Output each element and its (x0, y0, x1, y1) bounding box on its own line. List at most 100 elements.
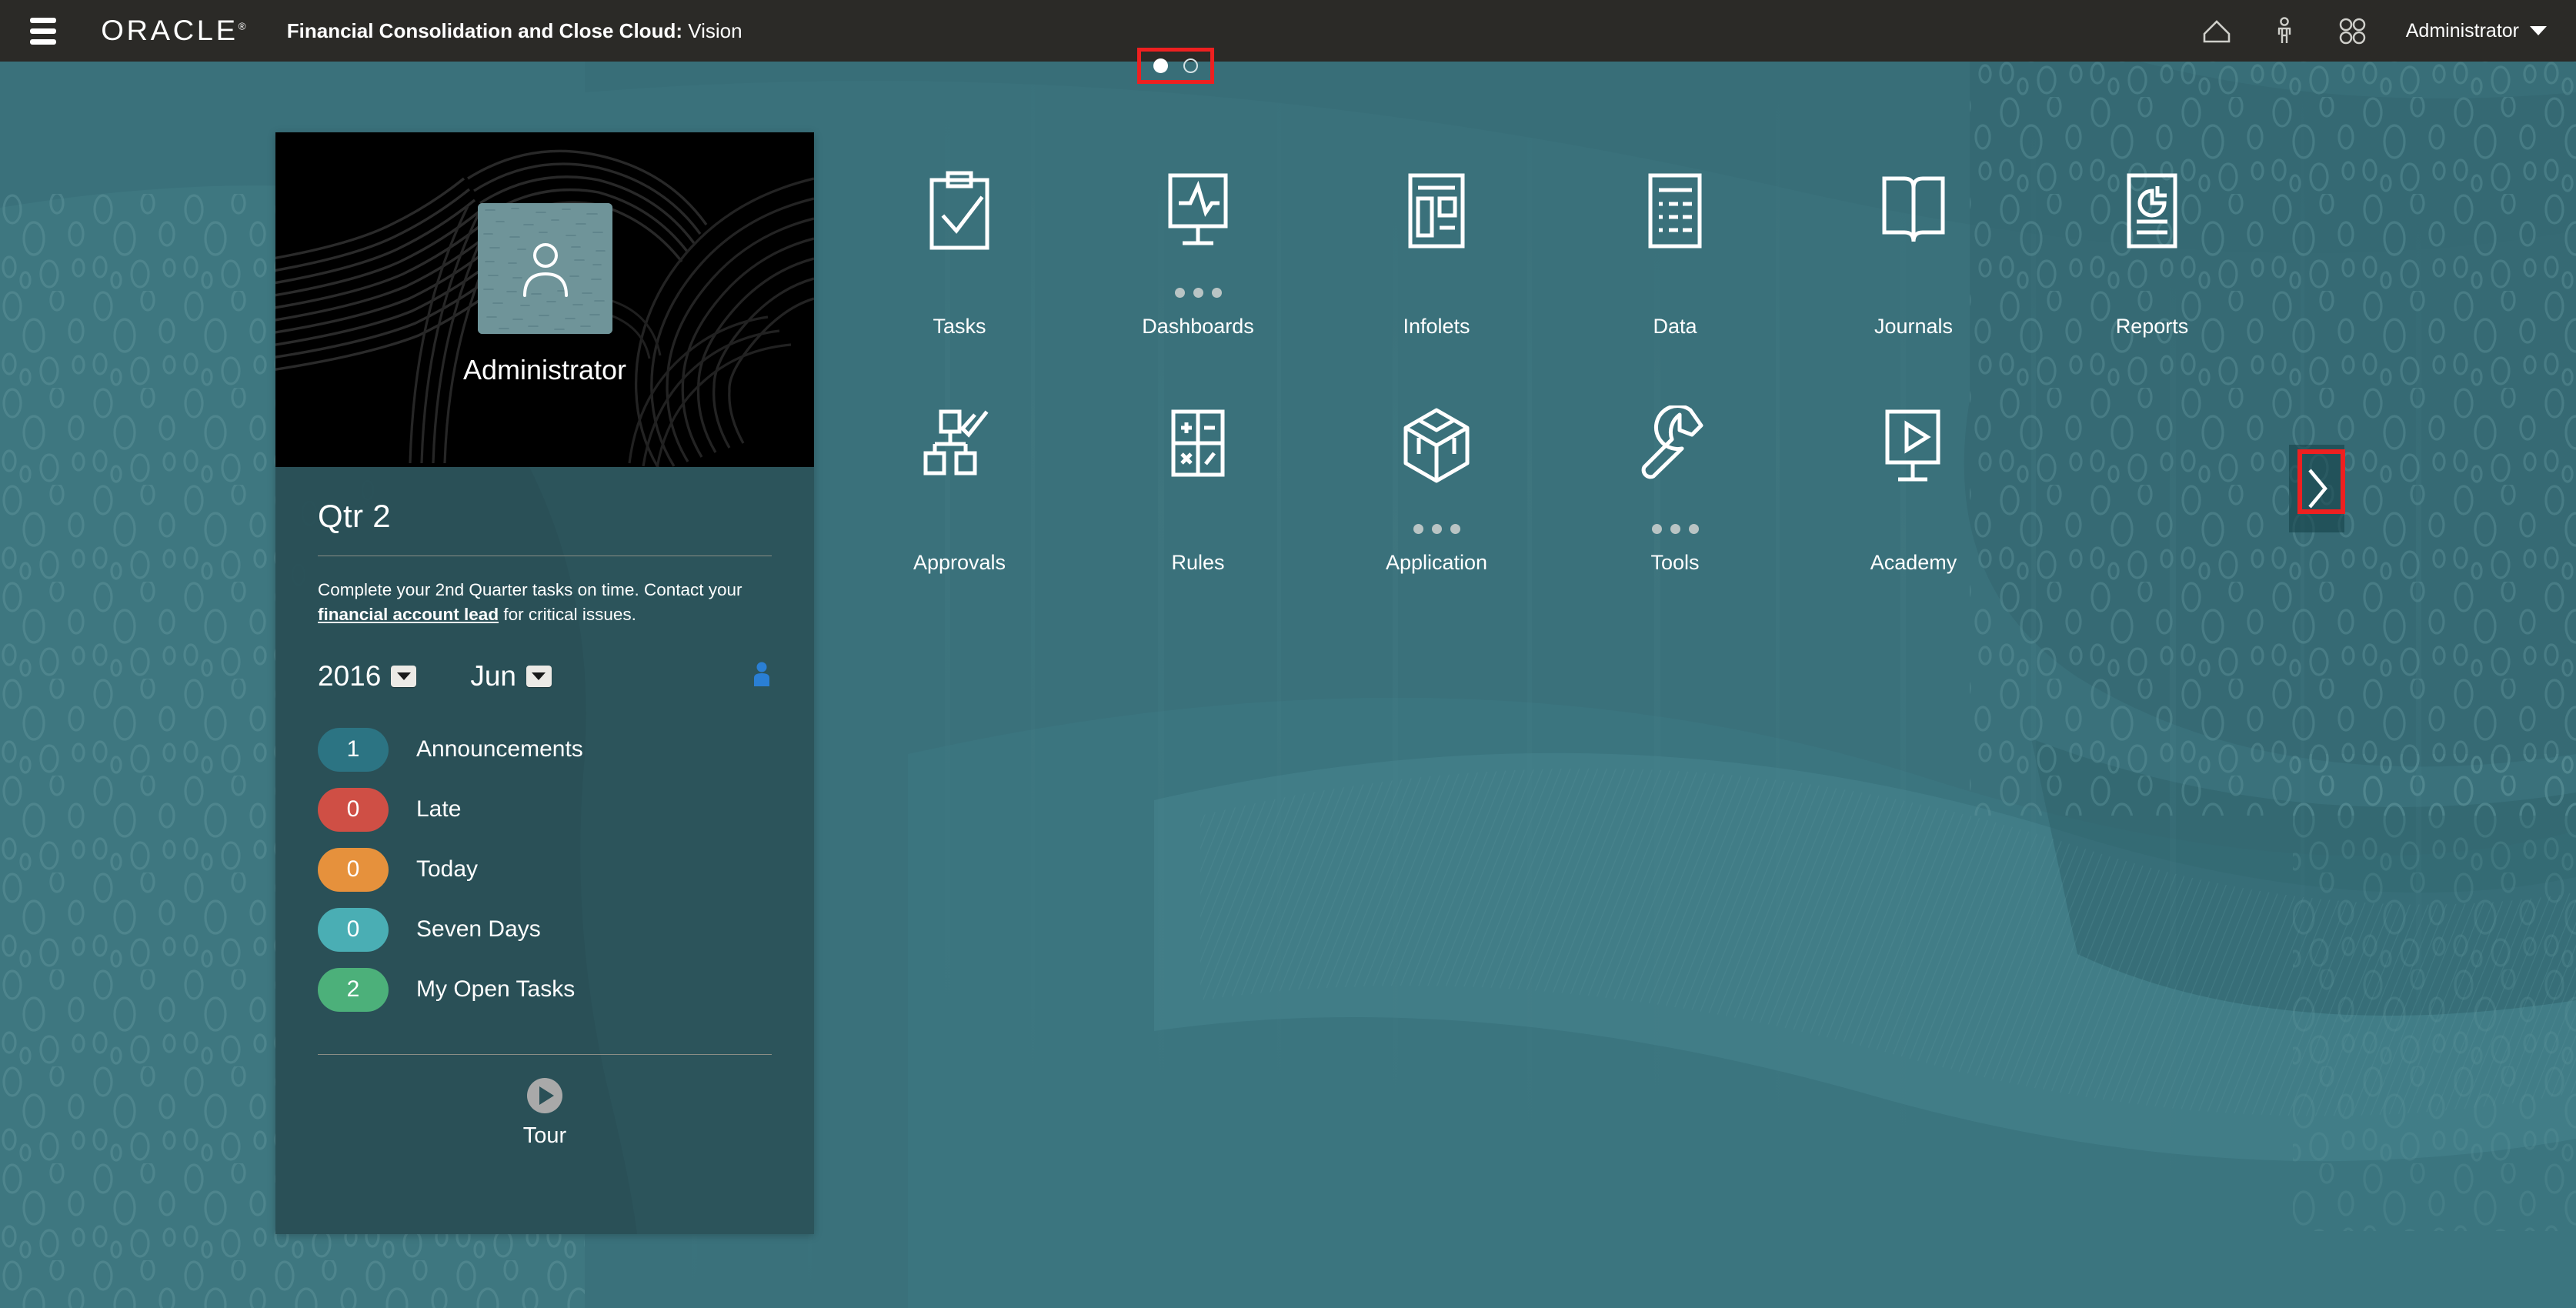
report-pie-icon-glyph (2127, 173, 2177, 249)
nav-label: Journals (1874, 315, 1954, 338)
quarter-title: Qtr 2 (318, 498, 391, 534)
person-blue-icon[interactable] (752, 661, 772, 691)
year-value: 2016 (318, 659, 382, 692)
hamburger-bar (30, 17, 56, 23)
user-photo-panel: Administrator (275, 132, 814, 467)
status-label: Late (416, 796, 462, 823)
data-list-icon-glyph (1648, 173, 1702, 249)
monitor-pulse-icon (1158, 169, 1238, 285)
user-card-body: Qtr 2 Complete your 2nd Quarter tasks on… (275, 467, 814, 1234)
clipboard-check-icon (923, 169, 996, 285)
card-description: Complete your 2nd Quarter tasks on time.… (318, 578, 772, 627)
clipboard-check-icon-glyph (929, 171, 989, 250)
cube-icon-glyph (1403, 408, 1470, 483)
rules-operators-icon-glyph (1171, 409, 1225, 477)
status-row-announcements[interactable]: 1 Announcements (318, 727, 772, 772)
home-icon[interactable] (2183, 0, 2251, 62)
nav-card-reports[interactable]: Reports (2033, 163, 2271, 399)
year-dropdown-icon[interactable] (391, 665, 417, 687)
hamburger-bar (30, 38, 56, 45)
rules-operators-icon (1161, 405, 1235, 521)
status-badge: 2 (318, 967, 389, 1012)
app-grid-icon[interactable] (2318, 0, 2386, 62)
status-label: Announcements (416, 736, 583, 762)
cube-icon (1396, 405, 1477, 521)
hamburger-icon[interactable] (18, 0, 68, 62)
nav-card-tasks[interactable]: Tasks (840, 163, 1079, 399)
home-icon-glyph (2203, 20, 2231, 43)
chevron-down-icon (2530, 26, 2547, 35)
nav-card-rules[interactable]: Rules (1079, 399, 1317, 636)
nav-dots (1651, 524, 1699, 535)
nav-label: Tasks (933, 315, 986, 338)
user-menu[interactable]: Administrator (2386, 0, 2554, 62)
report-pie-icon (2115, 169, 2189, 285)
year-select[interactable]: 2016 (318, 659, 417, 692)
page-dot-1[interactable] (1153, 58, 1168, 73)
status-row-today[interactable]: 0 Today (318, 847, 772, 892)
wrench-icon (1635, 405, 1715, 521)
nav-card-dashboards[interactable]: Dashboards (1079, 163, 1317, 399)
data-list-icon (1638, 169, 1712, 285)
approvals-hierarchy-icon (919, 405, 999, 521)
financial-account-lead-link[interactable]: financial account lead (318, 605, 499, 624)
play-circle-icon (527, 1077, 562, 1113)
wrench-icon-glyph (1641, 405, 1703, 479)
hamburger-bar (30, 28, 56, 34)
task-status-list: 1 Announcements 0 Late 0 Today 0 Seven D… (318, 727, 772, 1012)
avatar[interactable] (478, 203, 612, 334)
status-row-late[interactable]: 0 Late (318, 787, 772, 832)
nav-label: Dashboards (1142, 315, 1254, 338)
video-play-icon (1874, 405, 1954, 521)
accessibility-icon[interactable] (2251, 0, 2318, 62)
nav-card-approvals[interactable]: Approvals (840, 399, 1079, 636)
avatar-name: Administrator (462, 354, 627, 385)
header-actions: Administrator (2183, 0, 2576, 62)
app-title-main: Financial Consolidation and Close Cloud: (286, 18, 682, 42)
oracle-logo[interactable]: ORACLE® (101, 15, 245, 47)
nav-label: Rules (1171, 551, 1225, 574)
status-badge: 1 (318, 727, 389, 772)
nav-card-application[interactable]: Application (1317, 399, 1556, 636)
status-badge: 0 (318, 847, 389, 892)
month-select[interactable]: Jun (470, 660, 552, 692)
nav-label: Academy (1870, 551, 1957, 574)
page-dot-2[interactable] (1183, 58, 1198, 73)
month-value: Jun (470, 659, 516, 692)
nav-label: Data (1653, 315, 1697, 338)
next-page-button[interactable] (2289, 445, 2344, 532)
oracle-logo-mark: ® (238, 20, 246, 32)
nav-card-journals[interactable]: Journals (1794, 163, 2033, 399)
status-label: Today (416, 856, 479, 883)
nav-dots (1413, 524, 1460, 535)
page-title: Financial Consolidation and Close Cloud:… (287, 19, 742, 43)
monitor-pulse-icon-glyph (1168, 173, 1228, 245)
global-header: ORACLE® Financial Consolidation and Clos… (0, 0, 2576, 62)
nav-label: Infolets (1403, 315, 1470, 338)
nav-card-academy[interactable]: Academy (1794, 399, 2033, 636)
open-book-icon-glyph (1882, 176, 1945, 242)
oracle-logo-text: ORACLE (101, 15, 239, 46)
nav-label: Reports (2115, 315, 2189, 338)
tour-button[interactable]: Tour (318, 1077, 772, 1149)
approvals-hierarchy-icon-glyph (923, 409, 989, 475)
nav-card-tools[interactable]: Tools (1556, 399, 1794, 636)
chevron-right-icon (2308, 469, 2327, 509)
page-indicator[interactable] (1137, 48, 1214, 84)
status-label: My Open Tasks (416, 976, 576, 1003)
user-avatar-icon (522, 243, 568, 297)
status-row-seven-days[interactable]: 0 Seven Days (318, 907, 772, 952)
nav-card-infolets[interactable]: Infolets (1317, 163, 1556, 399)
status-row-my-open-tasks[interactable]: 2 My Open Tasks (318, 967, 772, 1012)
nav-dots (1174, 288, 1222, 299)
video-play-icon-glyph (1885, 409, 1940, 482)
nav-card-data[interactable]: Data (1556, 163, 1794, 399)
user-menu-label: Administrator (2405, 19, 2519, 42)
app-grid-icon-glyph (2339, 18, 2365, 45)
person-blue-icon-glyph (754, 662, 769, 687)
month-dropdown-icon[interactable] (526, 665, 552, 687)
nav-label: Approvals (913, 551, 1006, 574)
infolet-layout-icon-glyph (1408, 173, 1465, 249)
accessibility-icon-glyph (2277, 17, 2291, 43)
description-text-before: Complete your 2nd Quarter tasks on time.… (318, 580, 742, 599)
